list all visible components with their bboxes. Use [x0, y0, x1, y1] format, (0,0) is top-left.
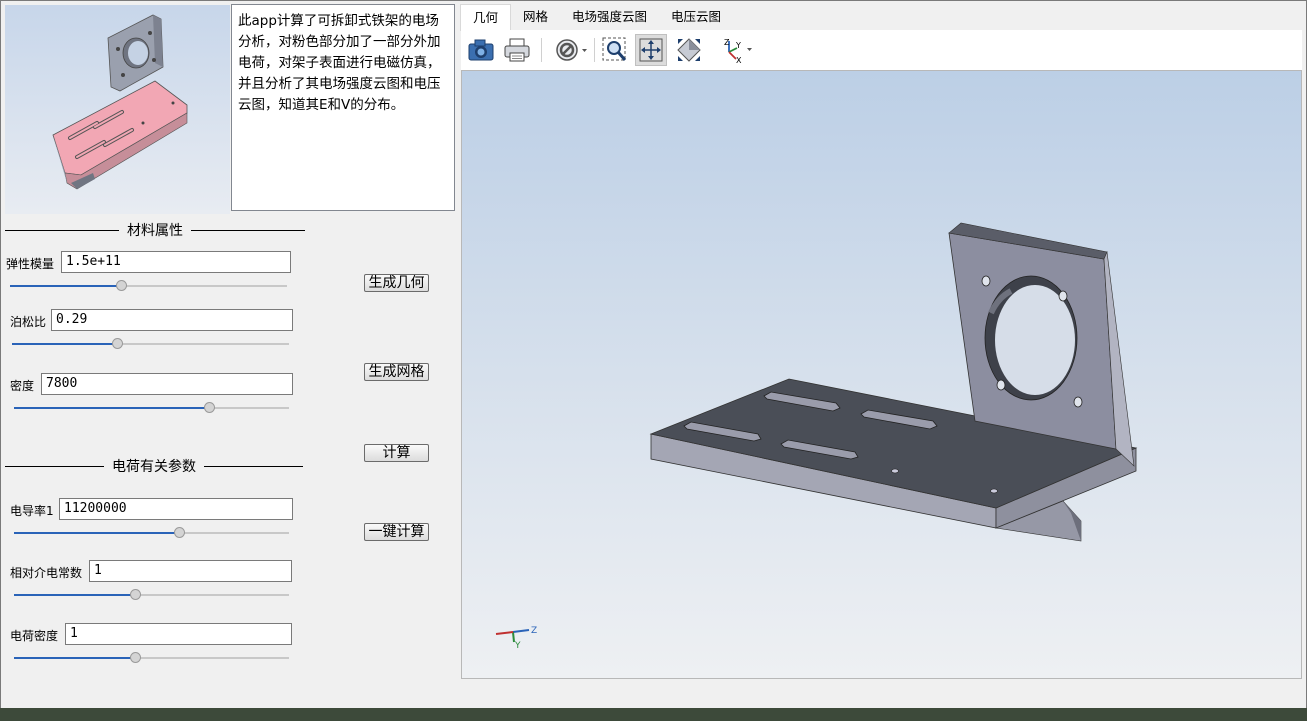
camera-icon[interactable]	[465, 34, 497, 66]
tab-voltage[interactable]: 电压云图	[659, 4, 733, 30]
conductivity-slider[interactable]	[14, 527, 289, 539]
one-click-compute-button[interactable]: 一键计算	[364, 523, 429, 541]
3d-viewport[interactable]: Z Y	[461, 70, 1302, 679]
material-section-title: 材料属性	[127, 223, 183, 239]
description-text: 此app计算了可拆卸式铁架的电场分析，对粉色部分加了一部分外加电荷，对架子表面进…	[231, 4, 455, 211]
generate-mesh-button[interactable]: 生成网格	[364, 363, 429, 381]
charge-density-slider[interactable]	[14, 652, 289, 664]
slider-knob[interactable]	[112, 338, 124, 349]
graphics-toolbar: ZYX	[461, 30, 1302, 70]
svg-text:X: X	[736, 56, 742, 64]
axis-z-label: Z	[531, 626, 537, 636]
preview-image	[5, 5, 230, 214]
charge-density-input[interactable]: 1	[65, 623, 292, 645]
slider-knob[interactable]	[115, 280, 127, 291]
bracket-model: Z Y	[495, 222, 1138, 651]
permittivity-slider[interactable]	[14, 589, 289, 601]
view-tabs: 几何 网格 电场强度云图 电压云图	[460, 4, 733, 31]
elastic-modulus-input[interactable]: 1.5e+11	[61, 251, 291, 273]
axis-triad: Z Y	[495, 626, 537, 651]
slider-knob[interactable]	[174, 527, 185, 538]
toolbar-separator	[594, 38, 595, 62]
print-icon[interactable]	[501, 34, 533, 66]
zoom-fit-icon[interactable]	[673, 34, 705, 66]
poisson-ratio-slider[interactable]	[12, 338, 289, 350]
density-input[interactable]: 7800	[41, 373, 293, 395]
elastic-modulus-label: 弹性模量	[6, 257, 55, 271]
density-slider[interactable]	[14, 402, 289, 414]
slider-knob[interactable]	[130, 589, 141, 600]
compute-button[interactable]: 计算	[364, 444, 429, 462]
elastic-modulus-slider[interactable]	[10, 280, 287, 292]
svg-text:Y: Y	[735, 41, 741, 50]
zoom-extents-icon[interactable]	[635, 34, 667, 66]
poisson-ratio-input[interactable]: 0.29	[51, 309, 293, 331]
permittivity-label: 相对介电常数	[10, 566, 83, 580]
tab-mesh[interactable]: 网格	[511, 4, 560, 30]
charge-section-title: 电荷有关参数	[112, 459, 196, 475]
tab-geometry[interactable]: 几何	[460, 4, 512, 31]
slider-knob[interactable]	[130, 652, 141, 663]
charge-density-label: 电荷密度	[10, 629, 59, 643]
toolbar-separator	[541, 38, 542, 62]
density-label: 密度	[10, 379, 35, 393]
charge-section-header: 电荷有关参数	[5, 458, 303, 475]
axis-y-label: Y	[514, 641, 521, 651]
material-section-header: 材料属性	[5, 222, 305, 239]
zoom-box-icon[interactable]	[599, 34, 631, 66]
svg-text:Z: Z	[724, 38, 730, 47]
desktop-strip	[0, 708, 1307, 721]
tab-field-intensity[interactable]: 电场强度云图	[560, 4, 659, 30]
generate-geometry-button[interactable]: 生成几何	[364, 274, 429, 292]
conductivity-input[interactable]: 11200000	[59, 498, 293, 520]
permittivity-input[interactable]: 1	[89, 560, 292, 582]
poisson-ratio-label: 泊松比	[10, 315, 47, 329]
slider-knob[interactable]	[204, 402, 216, 413]
conductivity-label: 电导率1	[10, 504, 54, 518]
axis-orientation-icon[interactable]: ZYX	[717, 34, 757, 66]
visibility-icon[interactable]	[551, 34, 591, 66]
